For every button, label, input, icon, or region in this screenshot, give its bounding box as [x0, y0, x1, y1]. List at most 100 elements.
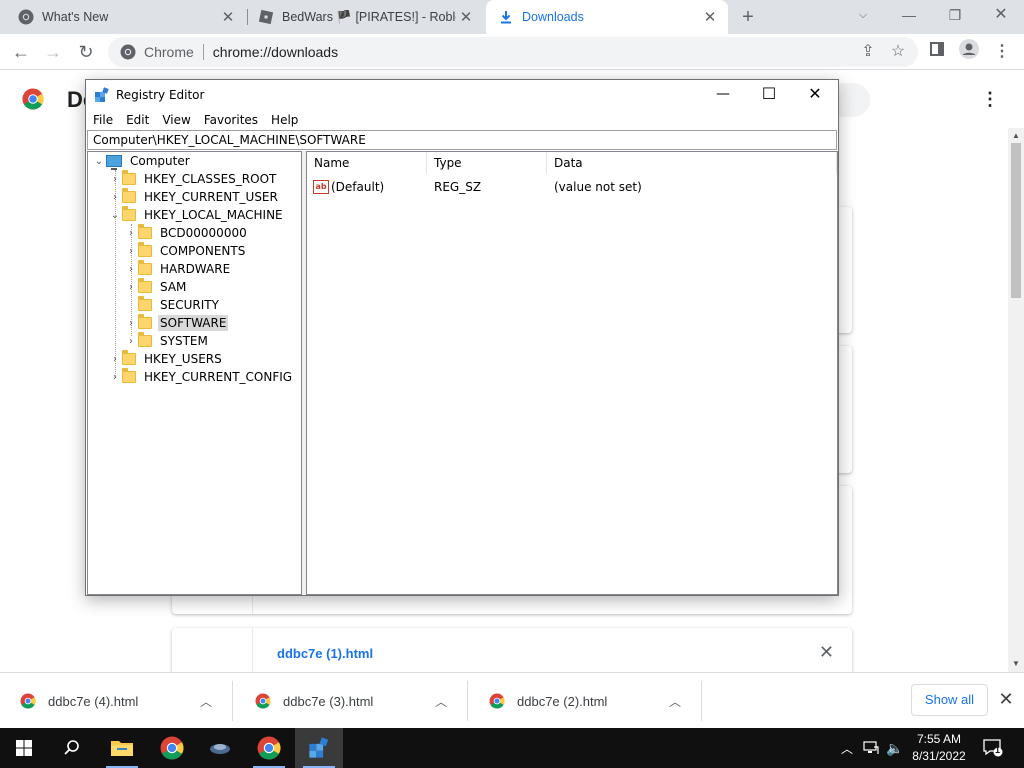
share-icon[interactable]: ⇪ [855, 39, 881, 65]
volume-icon[interactable]: 🔈 [884, 728, 906, 768]
folder-icon [138, 296, 152, 311]
roblox-studio-icon [210, 744, 230, 754]
registry-values-pane[interactable]: Name Type Data ab (Default) REG_SZ (valu… [306, 151, 838, 595]
tree-item-hkey-local-machine[interactable]: ⌄ HKEY_LOCAL_MACHINE [108, 206, 285, 224]
registry-editor-taskbar-button[interactable] [295, 728, 343, 768]
chrome-taskbar-button[interactable] [148, 728, 196, 768]
remove-download-icon[interactable]: ✕ [819, 642, 834, 663]
registry-address-bar[interactable]: Computer\HKEY_LOCAL_MACHINE\SOFTWARE [87, 130, 837, 150]
shelf-item[interactable]: ddbc7e (4).html ︿ [0, 681, 233, 721]
tree-item-hkey-current-user[interactable]: › HKEY_CURRENT_USER [108, 188, 280, 206]
search-button[interactable] [48, 728, 96, 768]
page-menu-icon[interactable]: ⋮ [980, 89, 1000, 109]
expand-icon[interactable]: › [124, 282, 138, 293]
registry-value-row[interactable]: ab (Default) REG_SZ (value not set) [307, 178, 837, 196]
page-scrollbar[interactable]: ▲ ▼ [1008, 128, 1024, 672]
tree-item-sam[interactable]: › SAM [124, 278, 188, 296]
registry-tree-pane[interactable]: ⌄ Computer › HKEY_CLASSES_ROOT › HKEY_CU… [87, 151, 302, 595]
shelf-item[interactable]: ddbc7e (2).html ︿ [469, 681, 702, 721]
start-button[interactable] [0, 728, 48, 768]
notification-center-icon[interactable]: 1 [978, 728, 1008, 768]
menu-view[interactable]: View [156, 113, 196, 127]
omnibox[interactable]: Chrome chrome://downloads [108, 37, 918, 67]
expand-icon[interactable]: › [124, 336, 138, 347]
column-header-name[interactable]: Name [307, 152, 427, 174]
file-explorer-button[interactable] [98, 728, 146, 768]
new-tab-button[interactable]: + [736, 4, 760, 30]
chrome-menu-icon[interactable]: ⋮ [989, 39, 1015, 65]
chrome-taskbar-button-2[interactable] [245, 728, 293, 768]
tree-item-hardware[interactable]: › HARDWARE [124, 260, 232, 278]
bookmark-star-icon[interactable]: ☆ [885, 39, 911, 65]
tree-item-system[interactable]: › SYSTEM [124, 332, 210, 350]
menu-help[interactable]: Help [265, 113, 304, 127]
profile-avatar-icon[interactable] [956, 39, 982, 65]
expand-icon[interactable]: › [108, 372, 122, 383]
collapse-icon[interactable]: ⌄ [92, 156, 106, 167]
network-icon[interactable] [860, 728, 882, 768]
tree-item-software[interactable]: › SOFTWARE [124, 314, 229, 332]
value-type: REG_SZ [434, 180, 482, 194]
tab-close-icon[interactable]: ✕ [700, 8, 720, 26]
expand-icon[interactable]: › [124, 318, 138, 329]
windows-taskbar: ︿ 🔈 7:55 AM 8/31/2022 1 [0, 728, 1024, 768]
minimize-icon[interactable]: — [886, 0, 932, 30]
tab-search-icon[interactable]: ⌵ [840, 0, 886, 30]
show-all-button[interactable]: Show all [911, 684, 988, 716]
registry-title: Registry Editor [116, 88, 205, 102]
downloads-search-field[interactable] [836, 83, 870, 117]
back-icon[interactable]: ← [8, 39, 34, 65]
download-filename-link[interactable]: ddbc7e (1).html [277, 646, 373, 661]
scroll-thumb[interactable] [1011, 143, 1021, 298]
string-value-icon: ab [313, 180, 329, 194]
menu-favorites[interactable]: Favorites [198, 113, 264, 127]
close-shelf-icon[interactable]: ✕ [996, 689, 1016, 709]
close-window-icon[interactable]: ✕ [978, 0, 1024, 30]
side-panel-icon[interactable] [924, 39, 950, 65]
tab-close-icon[interactable]: ✕ [456, 8, 476, 26]
expand-icon[interactable]: › [124, 228, 138, 239]
maximize-icon[interactable]: ☐ [746, 80, 792, 110]
chrome-file-icon [489, 693, 505, 709]
expand-icon[interactable]: › [108, 174, 122, 185]
collapse-icon[interactable]: ⌄ [108, 210, 122, 221]
forward-icon[interactable]: → [40, 39, 66, 65]
minimize-icon[interactable]: — [700, 80, 746, 110]
tree-item-hkey-users[interactable]: › HKEY_USERS [108, 350, 224, 368]
tree-item-hkey-current-config[interactable]: › HKEY_CURRENT_CONFIG [108, 368, 294, 386]
scroll-up-icon[interactable]: ▲ [1008, 130, 1024, 142]
tab-whats-new[interactable]: What's New ✕ [0, 0, 246, 34]
reload-icon[interactable]: ↻ [73, 39, 99, 65]
roblox-studio-button[interactable] [196, 728, 244, 768]
expand-icon[interactable]: › [124, 246, 138, 257]
restore-icon[interactable]: ❐ [932, 0, 978, 30]
scroll-down-icon[interactable]: ▼ [1008, 658, 1024, 670]
tree-item-bcd[interactable]: › BCD00000000 [124, 224, 249, 242]
chevron-up-icon[interactable]: ︿ [429, 693, 453, 710]
tab-downloads[interactable]: Downloads ✕ [486, 0, 728, 34]
expand-icon[interactable]: › [108, 192, 122, 203]
column-header-data[interactable]: Data [547, 152, 837, 174]
tree-item-computer[interactable]: ⌄ Computer [92, 152, 192, 170]
folder-icon [122, 368, 136, 383]
shelf-filename: ddbc7e (4).html [48, 693, 139, 709]
expand-icon[interactable]: › [124, 264, 138, 275]
close-icon[interactable]: ✕ [792, 80, 838, 110]
tree-item-security[interactable]: SECURITY [124, 296, 221, 314]
show-hidden-icons-icon[interactable]: ︿ [836, 728, 858, 768]
tab-roblox[interactable]: BedWars 🏴 [PIRATES!] - Roblox ✕ [248, 0, 484, 34]
chevron-up-icon[interactable]: ︿ [663, 693, 687, 710]
chevron-up-icon[interactable]: ︿ [194, 693, 218, 710]
taskbar-clock[interactable]: 7:55 AM 8/31/2022 [906, 731, 972, 765]
folder-icon [138, 260, 152, 275]
tab-title: What's New [42, 10, 109, 24]
registry-title-bar[interactable]: Registry Editor — ☐ ✕ [86, 80, 838, 110]
tab-close-icon[interactable]: ✕ [218, 8, 238, 26]
menu-edit[interactable]: Edit [120, 113, 155, 127]
expand-icon[interactable]: › [108, 354, 122, 365]
shelf-item[interactable]: ddbc7e (3).html ︿ [235, 681, 468, 721]
column-header-type[interactable]: Type [427, 152, 547, 174]
menu-file[interactable]: File [87, 113, 119, 127]
tree-item-components[interactable]: › COMPONENTS [124, 242, 247, 260]
tree-item-hkey-classes-root[interactable]: › HKEY_CLASSES_ROOT [108, 170, 278, 188]
